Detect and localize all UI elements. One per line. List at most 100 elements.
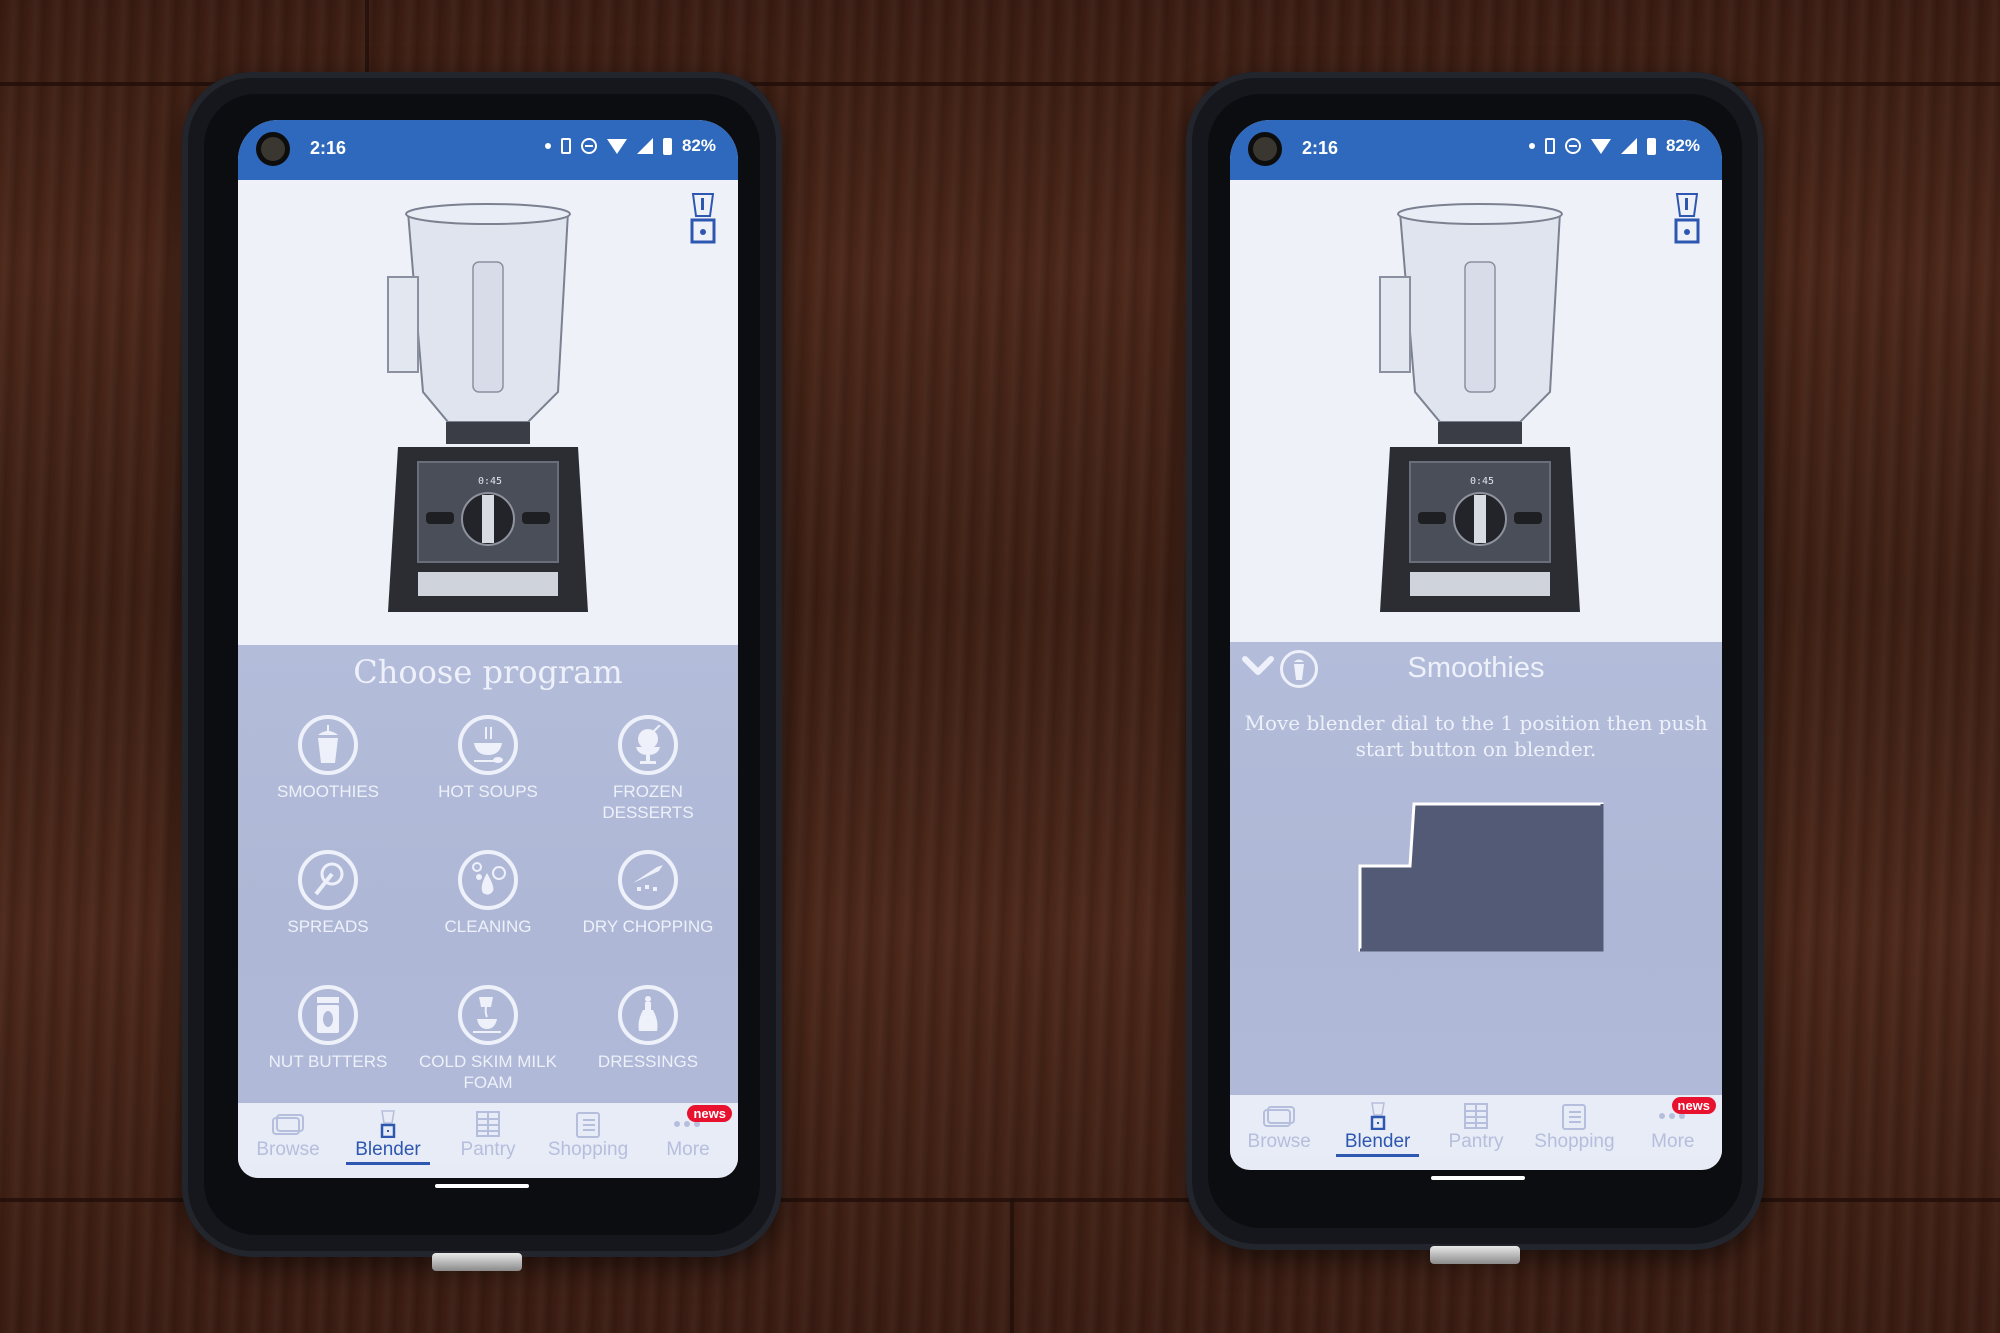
tab-shopping[interactable]: Shopping [538,1103,638,1165]
chopping-knife-icon [618,850,678,910]
tab-more[interactable]: More news [638,1103,738,1165]
vibrate-icon [560,138,571,154]
blender-icon [1370,1101,1386,1131]
front-camera [256,132,290,166]
tab-shopping[interactable]: Shopping [1525,1095,1623,1157]
right-screen: 2:16 82% 0:45 Smoothies Move blender dia… [1230,120,1722,1170]
signal-icon [636,138,653,154]
pantry-grid-icon [476,1109,500,1139]
tab-label: Shopping [547,1139,629,1160]
nut-butter-jar-icon [298,985,358,1045]
battery-percent: 82% [1665,136,1700,155]
blender-icon [380,1109,396,1139]
tab-pantry[interactable]: Pantry [438,1103,538,1165]
notification-dot-icon [1528,143,1535,149]
front-camera [1248,132,1282,166]
program-label: SPREADS [287,917,369,936]
status-time: 2:16 [310,138,347,158]
tab-browse[interactable]: Browse [238,1103,338,1165]
do-not-disturb-icon [580,138,597,154]
dressing-bottle-icon [618,985,678,1045]
blender-hero: 0:45 [238,180,738,645]
blender-image: 0:45 [1379,203,1580,612]
dial-position-graphic [1358,802,1604,952]
right-phone: 2:16 82% 0:45 Smoothies Move blender dia… [1186,72,1764,1264]
blender-connect-icon[interactable] [1672,192,1702,246]
vibrate-icon [1544,138,1555,154]
program-smoothies[interactable]: SMOOTHIES [248,715,408,850]
tab-label: Pantry [1448,1131,1504,1152]
spreading-knife-icon [298,850,358,910]
news-badge: news [1671,1097,1717,1114]
battery-percent: 82% [681,136,716,155]
program-hot-soups[interactable]: HOT SOUPS [408,715,568,850]
program-cold-skim-milk-foam[interactable]: COLD SKIM MILK FOAM [408,985,568,1120]
bottom-tab-bar: Browse Blender Pantry Shopping More news [238,1103,738,1165]
left-screen: 2:16 82% 0:45 Choose program SMOOTHIES H… [238,120,738,1178]
wood-plank-seam [1010,1198,1014,1333]
notification-dot-icon [544,143,551,149]
program-label: COLD SKIM MILK FOAM [419,1052,557,1092]
program-label: CLEANING [444,917,532,936]
status-time: 2:16 [1302,138,1339,158]
tab-label: Blender [355,1139,421,1160]
program-label: HOT SOUPS [438,782,538,801]
smoothie-cup-icon [298,715,358,775]
program-label: NUT BUTTERS [268,1052,388,1071]
tab-label: More [1651,1131,1695,1152]
soap-bubbles-icon [458,850,518,910]
browse-folders-icon [272,1109,304,1139]
tab-label: Browse [1247,1131,1311,1152]
tab-blender[interactable]: Blender [338,1103,438,1165]
usb-connector [432,1253,522,1271]
tab-pantry[interactable]: Pantry [1427,1095,1525,1157]
wifi-icon [1590,138,1611,154]
program-header: Smoothies [1230,642,1722,692]
pantry-grid-icon [1464,1101,1489,1131]
dial-instruction: Move blender dial to the 1 position then… [1244,711,1708,761]
soup-bowl-icon [458,715,518,775]
program-grid: SMOOTHIES HOT SOUPS FROZEN DESSERTS SPRE… [248,715,728,1120]
home-gesture-bar[interactable] [435,1184,529,1188]
tab-browse[interactable]: Browse [1230,1095,1328,1157]
tab-label: Pantry [460,1139,516,1160]
program-label: DRY CHOPPING [582,917,714,936]
wifi-icon [606,138,627,154]
ice-cream-icon [618,715,678,775]
battery-icon [1646,137,1656,155]
program-cleaning[interactable]: CLEANING [408,850,568,985]
usb-connector [1430,1246,1520,1264]
home-gesture-bar[interactable] [1431,1176,1525,1180]
program-dry-chopping[interactable]: DRY CHOPPING [568,850,728,985]
milk-pour-cup-icon [458,985,518,1045]
blender-timer-display: 0:45 [1470,476,1494,487]
left-phone: 2:16 82% 0:45 Choose program SMOOTHIES H… [182,72,782,1271]
news-badge: news [687,1105,732,1122]
status-icons: 82% [544,136,716,156]
wood-plank-seam [365,0,369,82]
shopping-list-icon [576,1109,600,1139]
program-title: Smoothies [1407,652,1545,684]
tab-label: Shopping [1534,1131,1615,1152]
browse-folders-icon [1263,1101,1296,1131]
signal-icon [1620,138,1637,154]
program-dressings[interactable]: DRESSINGS [568,985,728,1120]
shopping-list-icon [1562,1101,1587,1131]
blender-connect-icon[interactable] [688,192,718,246]
bottom-tab-bar: Browse Blender Pantry Shopping More news [1230,1095,1722,1157]
program-nut-butters[interactable]: NUT BUTTERS [248,985,408,1120]
tab-label: Browse [256,1139,320,1160]
tab-label: More [666,1139,710,1160]
program-frozen-desserts[interactable]: FROZEN DESSERTS [568,715,728,850]
status-bar: 2:16 82% [238,120,738,180]
tab-more[interactable]: More news [1624,1095,1722,1157]
program-spreads[interactable]: SPREADS [248,850,408,985]
status-bar: 2:16 82% [1230,120,1722,180]
tab-label: Blender [1344,1131,1411,1152]
blender-hero: 0:45 [1230,180,1722,642]
program-label: DRESSINGS [597,1052,699,1071]
program-label: FROZEN DESSERTS [602,782,694,822]
do-not-disturb-icon [1564,138,1581,154]
choose-program-title: Choose program [353,653,623,691]
tab-blender[interactable]: Blender [1328,1095,1426,1157]
